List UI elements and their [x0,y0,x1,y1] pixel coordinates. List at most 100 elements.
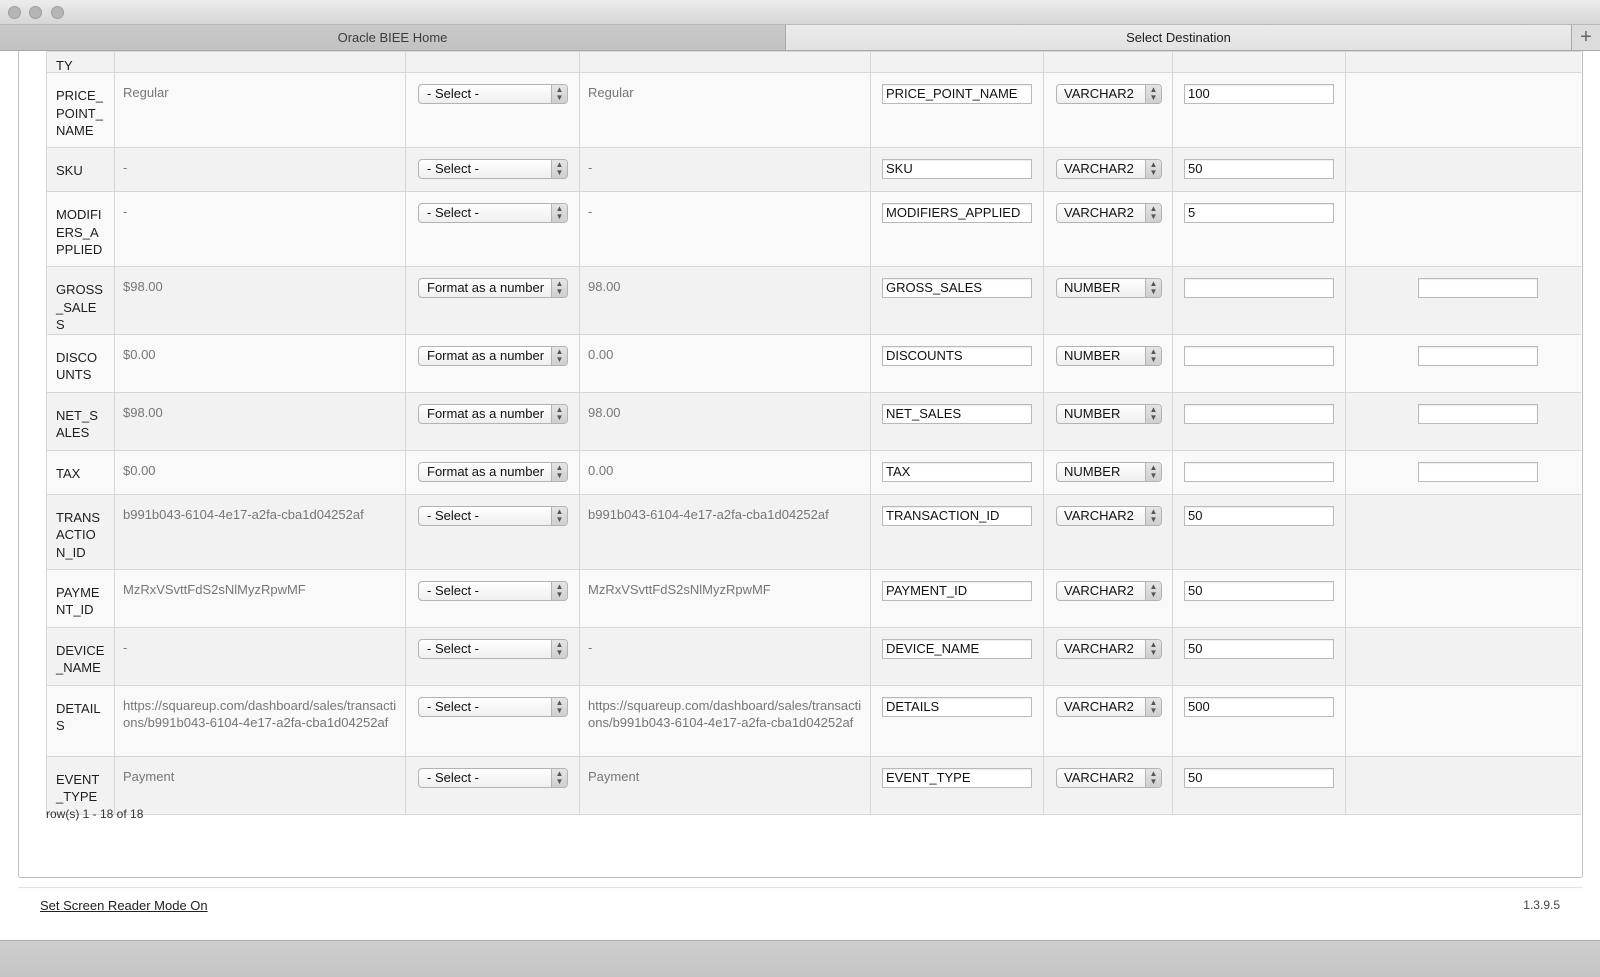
target-column-name-input[interactable]: NET_SALES [882,403,1032,424]
format-select[interactable]: - Select - ▲ ▼ [418,580,568,601]
preview-value-cell: 98.00 [579,266,871,335]
data-type-select[interactable]: VARCHAR2 ▲ ▼ [1056,767,1162,788]
close-window-button[interactable] [8,6,21,19]
length-input[interactable]: 50 [1184,580,1334,601]
screen-reader-mode-link[interactable]: Set Screen Reader Mode On [40,898,208,913]
preview-value-cell: - [579,626,871,686]
table-row: TAX $0.00 Format as a number ▲ ▼ 0.00 TAX NUMBE… [46,449,1581,495]
format-select[interactable]: - Select - ▲ ▼ [418,159,568,179]
select-arrows-icon: ▲ ▼ [551,160,567,178]
tab-select-destination[interactable]: Select Destination [786,25,1572,50]
data-type-select[interactable]: VARCHAR2 ▲ ▼ [1056,84,1162,104]
target-column-name-input[interactable]: DETAILS [882,696,1032,717]
target-column-name-input[interactable]: EVENT_TYPE [882,767,1032,788]
sample-value-cell: Regular [114,72,406,148]
table-row: TRANSACTION_ID b991b043-6104-4e17-a2fa-cb… [46,493,1581,570]
length-input[interactable]: 500 [1184,696,1334,717]
format-select[interactable]: - Select - ▲ ▼ [418,638,568,659]
column-name-cell: TRANSACTION_ID [46,493,115,570]
column-name-cell: TY [46,51,115,73]
format-select[interactable]: - Select - ▲ ▼ [418,696,568,717]
sample-value-cell: $98.00 [114,391,406,451]
length-input[interactable]: 50 [1184,767,1334,788]
add-tab-button[interactable]: + [1572,25,1600,50]
length-input[interactable]: 50 [1184,159,1334,179]
table-row: DISCOUNTS $0.00 Format as a number ▲ ▼ 0.00 DI… [46,333,1581,393]
data-type-select[interactable]: NUMBER ▲ ▼ [1056,461,1162,482]
target-column-name-input[interactable]: TRANSACTION_ID [882,505,1032,526]
preview-value-cell: Payment [579,755,871,815]
select-arrows-icon: ▲ ▼ [1145,581,1161,600]
length-input[interactable] [1184,403,1334,424]
data-type-select[interactable]: VARCHAR2 ▲ ▼ [1056,696,1162,717]
column-mapping-table-viewport[interactable]: TY PRICE_POINT_NAME Regular - Select - ▲ ▼ Re… [46,51,1581,819]
target-column-name-input[interactable]: TAX [882,461,1032,482]
column-name-cell: TAX [46,449,115,495]
column-name-cell: DEVICE_NAME [46,626,115,686]
data-type-select[interactable]: VARCHAR2 ▲ ▼ [1056,505,1162,526]
target-column-name-input[interactable]: DEVICE_NAME [882,638,1032,659]
length-input[interactable]: 50 [1184,505,1334,526]
length-input[interactable]: 100 [1184,84,1334,104]
select-arrows-icon: ▲ ▼ [551,346,567,365]
format-select[interactable]: Format as a number ▲ ▼ [418,403,568,424]
table-row: EVENT_TYPE Payment - Select - ▲ ▼ Payment EVEN… [46,755,1581,815]
data-type-select[interactable]: NUMBER ▲ ▼ [1056,403,1162,424]
format-select[interactable]: Format as a number ▲ ▼ [418,278,568,298]
precision-input[interactable] [1418,278,1538,298]
select-arrows-icon: ▲ ▼ [551,404,567,423]
sample-value-cell: $98.00 [114,266,406,335]
precision-input[interactable] [1418,345,1538,366]
length-input[interactable] [1184,461,1334,482]
sample-value-cell: Payment [114,755,406,815]
format-select[interactable]: Format as a number ▲ ▼ [418,461,568,482]
data-type-select[interactable]: VARCHAR2 ▲ ▼ [1056,203,1162,223]
zoom-window-button[interactable] [51,6,64,19]
target-column-name-input[interactable]: DISCOUNTS [882,345,1032,366]
select-arrows-icon: ▲ ▼ [1145,204,1161,222]
data-type-select[interactable]: VARCHAR2 ▲ ▼ [1056,638,1162,659]
sample-value-cell: MzRxVSvttFdS2sNlMyzRpwMF [114,568,406,628]
data-type-select[interactable]: VARCHAR2 ▲ ▼ [1056,580,1162,601]
table-row: PRICE_POINT_NAME Regular - Select - ▲ ▼ Regul… [46,72,1581,148]
length-input[interactable] [1184,278,1334,298]
select-arrows-icon: ▲ ▼ [1145,697,1161,716]
select-arrows-icon: ▲ ▼ [1145,85,1161,103]
target-column-name-input[interactable]: GROSS_SALES [882,278,1032,298]
target-column-name-input[interactable]: PRICE_POINT_NAME [882,84,1032,104]
precision-input[interactable] [1418,461,1538,482]
select-arrows-icon: ▲ ▼ [551,581,567,600]
format-select[interactable]: - Select - ▲ ▼ [418,203,568,223]
format-select[interactable]: - Select - ▲ ▼ [418,767,568,788]
target-column-name-input[interactable]: PAYMENT_ID [882,580,1032,601]
column-name-cell: DISCOUNTS [46,333,115,393]
data-type-select[interactable]: NUMBER ▲ ▼ [1056,345,1162,366]
select-arrows-icon: ▲ ▼ [551,768,567,787]
data-type-select[interactable]: NUMBER ▲ ▼ [1056,278,1162,298]
column-name-cell: EVENT_TYPE [46,755,115,815]
column-name-cell: PAYMENT_ID [46,568,115,628]
length-input[interactable]: 5 [1184,203,1334,223]
format-select[interactable]: - Select - ▲ ▼ [418,505,568,526]
footer-divider [18,887,1583,888]
select-arrows-icon: ▲ ▼ [1145,404,1161,423]
tab-oracle-biee-home[interactable]: Oracle BIEE Home [0,25,786,50]
sample-value-cell: https://squareup.com/dashboard/sales/tra… [114,684,406,757]
select-arrows-icon: ▲ ▼ [1145,462,1161,481]
content-panel: TY PRICE_POINT_NAME Regular - Select - ▲ ▼ Re… [18,51,1583,878]
precision-input[interactable] [1418,403,1538,424]
format-select[interactable]: - Select - ▲ ▼ [418,84,568,104]
preview-value-cell: 0.00 [579,449,871,495]
target-column-name-input[interactable]: SKU [882,159,1032,179]
length-input[interactable] [1184,345,1334,366]
table-row: DETAILS https://squareup.com/dashboard/sa… [46,684,1581,757]
length-input[interactable]: 50 [1184,638,1334,659]
column-name-cell: MODIFIERS_APPLIED [46,191,115,267]
target-column-name-input[interactable]: MODIFIERS_APPLIED [882,203,1032,223]
format-select[interactable]: Format as a number ▲ ▼ [418,345,568,366]
column-name-cell: DETAILS [46,684,115,757]
minimize-window-button[interactable] [29,6,42,19]
preview-value-cell: 0.00 [579,333,871,393]
data-type-select[interactable]: VARCHAR2 ▲ ▼ [1056,159,1162,179]
column-name-cell: GROSS_SALES [46,266,115,335]
